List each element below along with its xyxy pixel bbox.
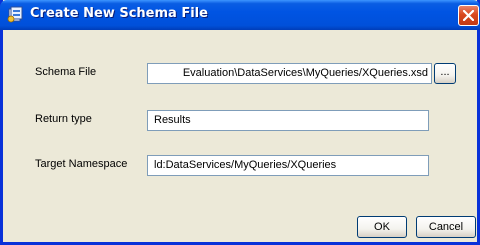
create-schema-dialog: Create New Schema File Schema File Evalu… xyxy=(0,0,480,245)
return-type-field[interactable]: Results xyxy=(147,110,429,131)
cancel-button[interactable]: Cancel xyxy=(416,216,476,238)
title-bar[interactable]: Create New Schema File xyxy=(0,0,480,30)
schema-file-icon xyxy=(7,6,23,23)
schema-file-value: Evaluation\DataServices\MyQueries/XQueri… xyxy=(182,67,428,79)
target-namespace-value: ld:DataServices/MyQueries/XQueries xyxy=(154,159,337,171)
close-button[interactable] xyxy=(458,5,479,26)
dialog-title: Create New Schema File xyxy=(30,6,208,21)
browse-button[interactable]: ... xyxy=(434,63,456,84)
ok-button[interactable]: OK xyxy=(357,216,407,238)
schema-file-field[interactable]: Evaluation\DataServices\MyQueries/XQueri… xyxy=(147,63,432,84)
return-type-value: Results xyxy=(154,114,191,126)
schema-file-label: Schema File xyxy=(35,66,97,78)
target-namespace-label: Target Namespace xyxy=(35,158,128,170)
close-icon xyxy=(463,10,474,21)
return-type-label: Return type xyxy=(35,113,92,125)
target-namespace-field[interactable]: ld:DataServices/MyQueries/XQueries xyxy=(147,155,429,176)
